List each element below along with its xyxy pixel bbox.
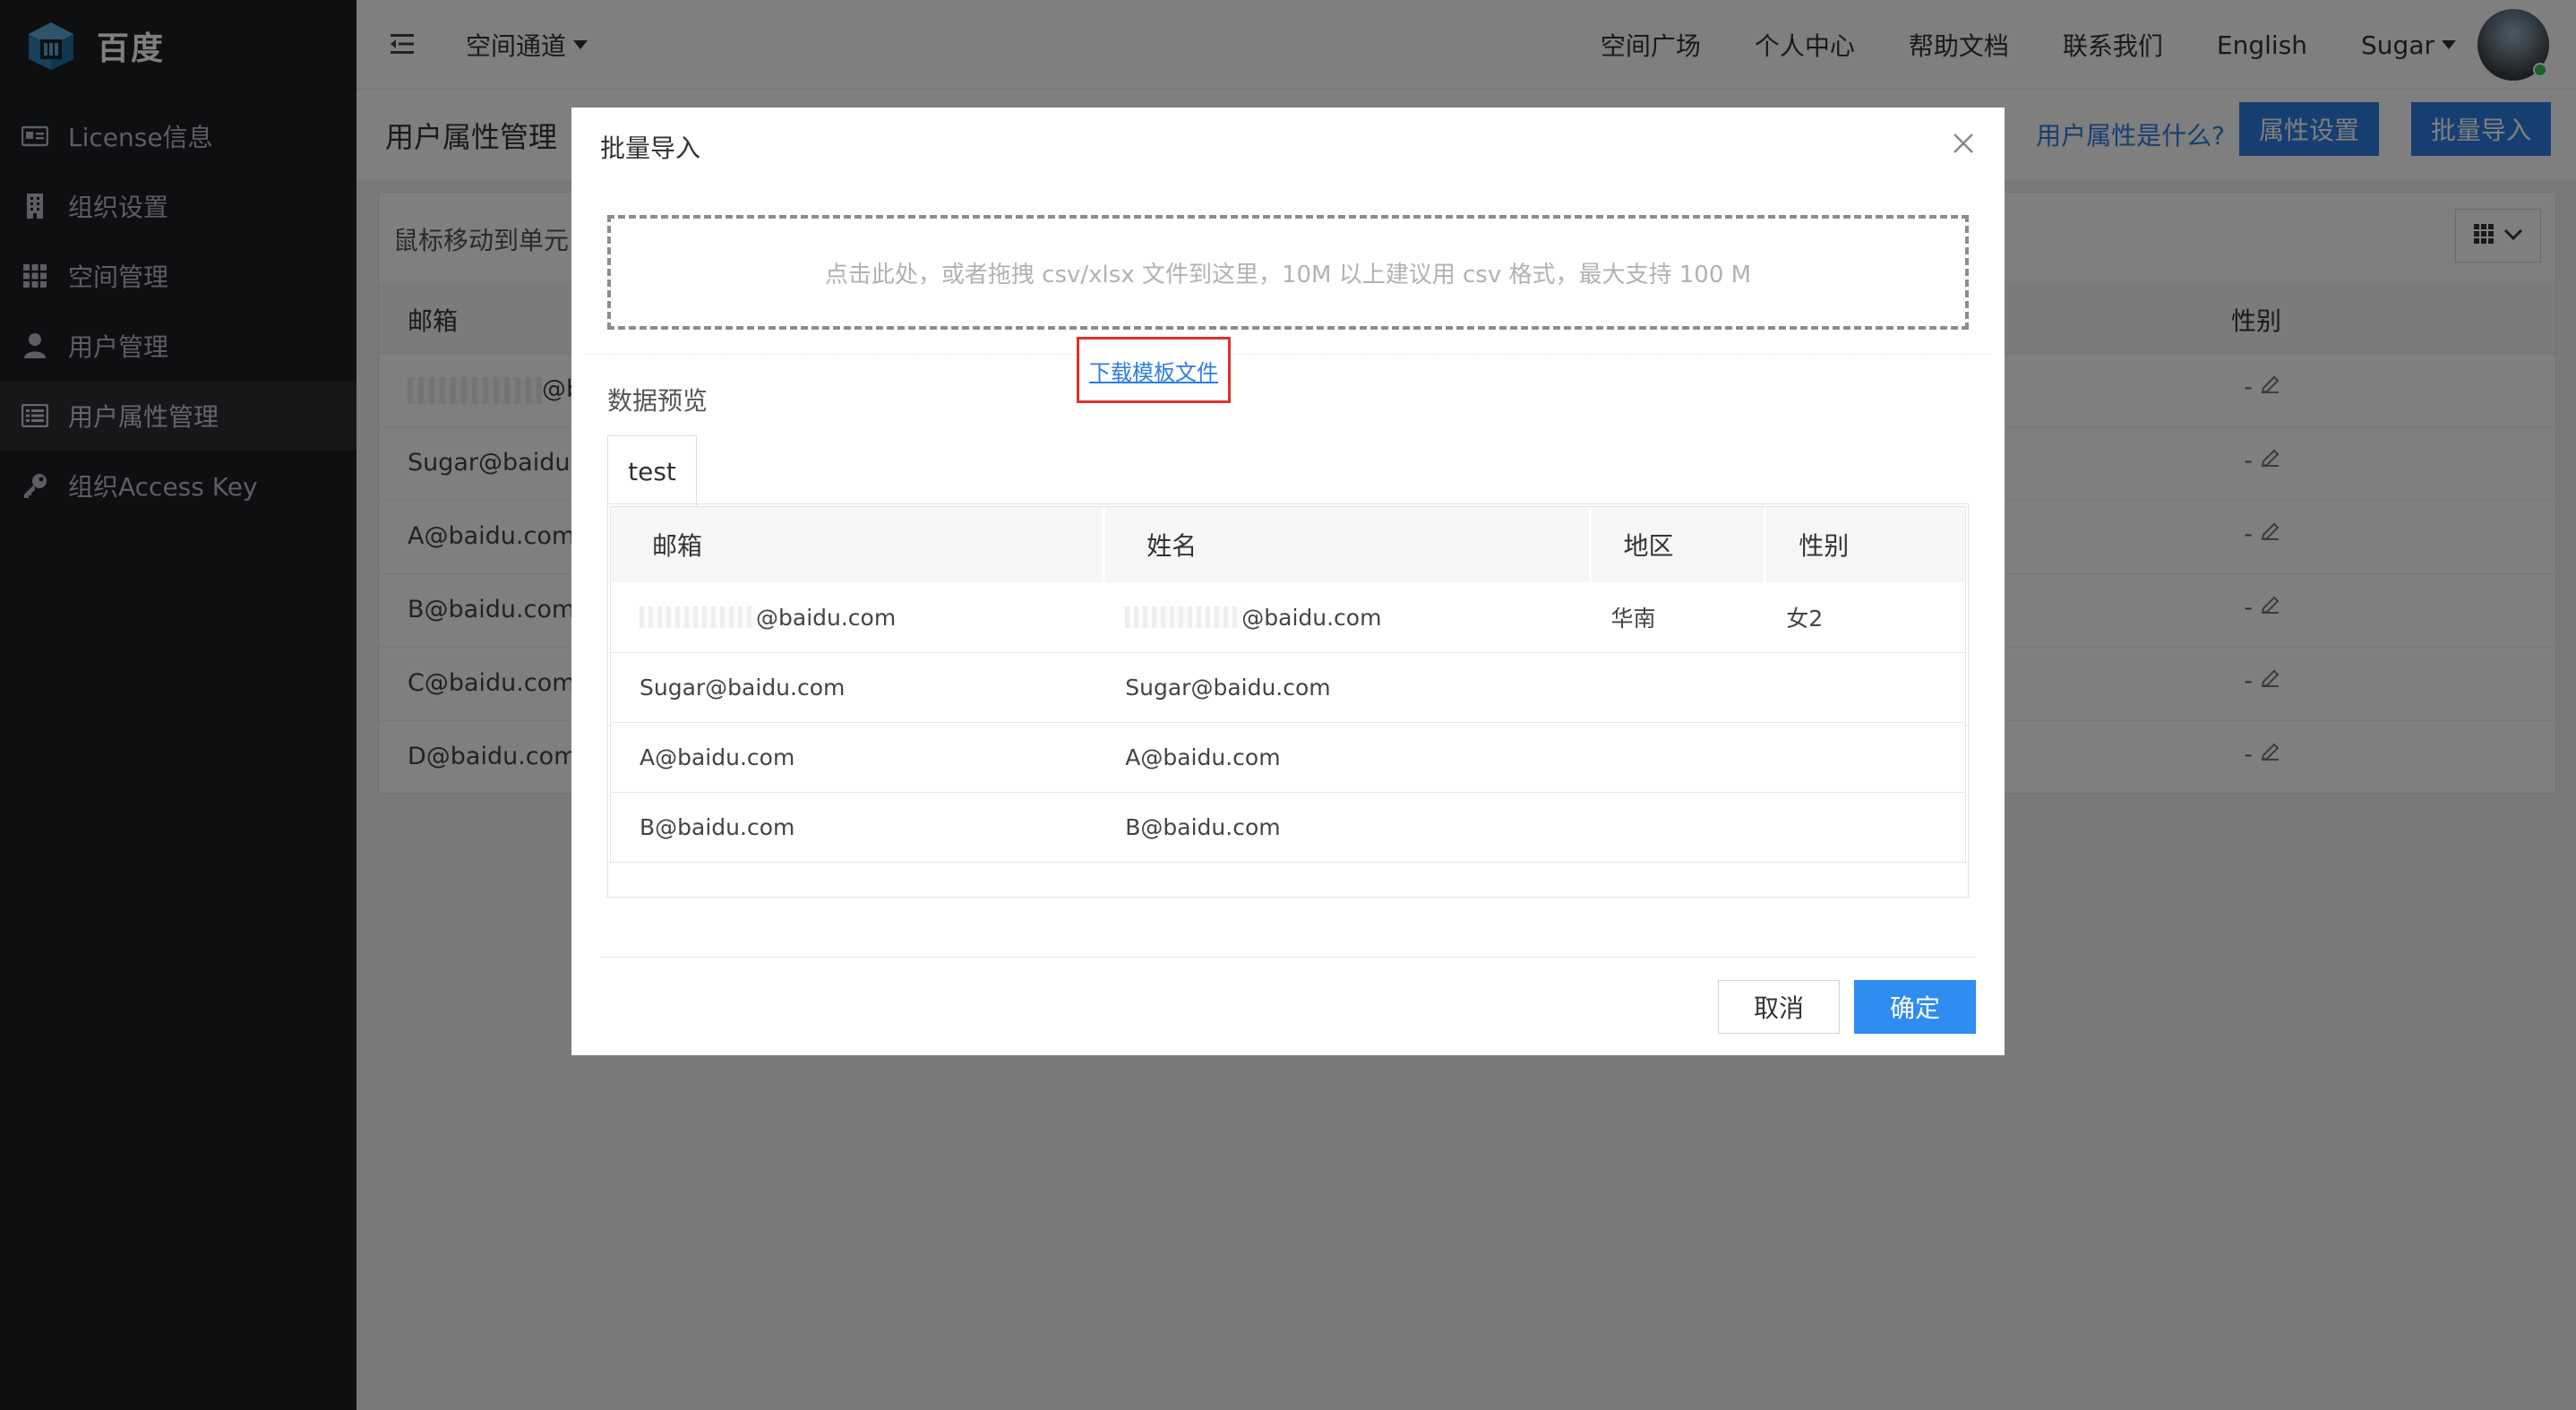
- preview-cell-gender: [1766, 793, 1965, 862]
- close-icon[interactable]: [1947, 127, 1979, 159]
- table-row: A@baidu.com A@baidu.com: [611, 722, 1965, 792]
- table-row: @baidu.com @baidu.com 华南 女2: [611, 582, 1965, 652]
- preview-cell-email: @baidu.com: [611, 582, 1105, 652]
- table-row: Sugar@baidu.com Sugar@baidu.com: [611, 652, 1965, 722]
- preview-cell-name: @baidu.com: [1105, 582, 1591, 652]
- modal-title: 批量导入: [600, 133, 701, 163]
- preview-cell-region: 华南: [1610, 606, 1656, 632]
- preview-header-email: 邮箱: [611, 507, 1106, 582]
- cancel-button[interactable]: 取消: [1718, 980, 1840, 1034]
- preview-cell-gender: [1766, 723, 1965, 792]
- preview-header-name: 姓名: [1105, 507, 1592, 582]
- preview-cell-region: [1592, 793, 1767, 862]
- preview-cell-email: Sugar@baidu.com: [640, 675, 846, 701]
- download-template-highlight: 下载模板文件: [1077, 337, 1231, 403]
- preview-cell-name: A@baidu.com: [1125, 744, 1281, 770]
- table-row: B@baidu.com B@baidu.com: [611, 792, 1965, 862]
- sheet-tab-test[interactable]: test: [607, 435, 697, 507]
- preview-cell-name-suffix: @baidu.com: [1241, 604, 1382, 631]
- modal-footer-divider: [600, 957, 1976, 958]
- confirm-button[interactable]: 确定: [1854, 980, 1976, 1034]
- preview-cell-name: B@baidu.com: [1125, 814, 1281, 840]
- preview-cell-email: B@baidu.com: [640, 814, 795, 840]
- data-preview-label: 数据预览: [607, 386, 708, 416]
- preview-cell-gender: [1766, 653, 1965, 722]
- divider: [586, 354, 1990, 355]
- data-preview-panel: 邮箱 姓名 地区 性别 @baidu.com @baidu.com 华南 女2 …: [607, 503, 1969, 898]
- sheet-tab-label: test: [628, 457, 676, 486]
- upload-hint: 点击此处，或者拖拽 csv/xlsx 文件到这里，10M 以上建议用 csv 格…: [824, 261, 1752, 288]
- redacted-text: [640, 606, 756, 628]
- preview-cell-region: [1592, 653, 1767, 722]
- preview-header-region: 地区: [1592, 507, 1767, 582]
- preview-table: 邮箱 姓名 地区 性别 @baidu.com @baidu.com 华南 女2 …: [610, 506, 1966, 863]
- preview-cell-email: A@baidu.com: [640, 744, 795, 770]
- preview-cell-name: Sugar@baidu.com: [1125, 675, 1331, 701]
- redacted-text: [1125, 606, 1242, 628]
- download-template-link[interactable]: 下载模板文件: [1089, 355, 1218, 386]
- file-upload-dropzone[interactable]: 点击此处，或者拖拽 csv/xlsx 文件到这里，10M 以上建议用 csv 格…: [607, 215, 1969, 330]
- preview-cell-gender: 女2: [1786, 606, 1824, 632]
- preview-table-header: 邮箱 姓名 地区 性别: [611, 507, 1965, 582]
- batch-import-modal: 批量导入 点击此处，或者拖拽 csv/xlsx 文件到这里，10M 以上建议用 …: [571, 107, 2005, 1055]
- preview-header-gender: 性别: [1799, 531, 1850, 561]
- preview-cell-region: [1592, 723, 1767, 792]
- preview-cell-email-suffix: @baidu.com: [756, 604, 897, 631]
